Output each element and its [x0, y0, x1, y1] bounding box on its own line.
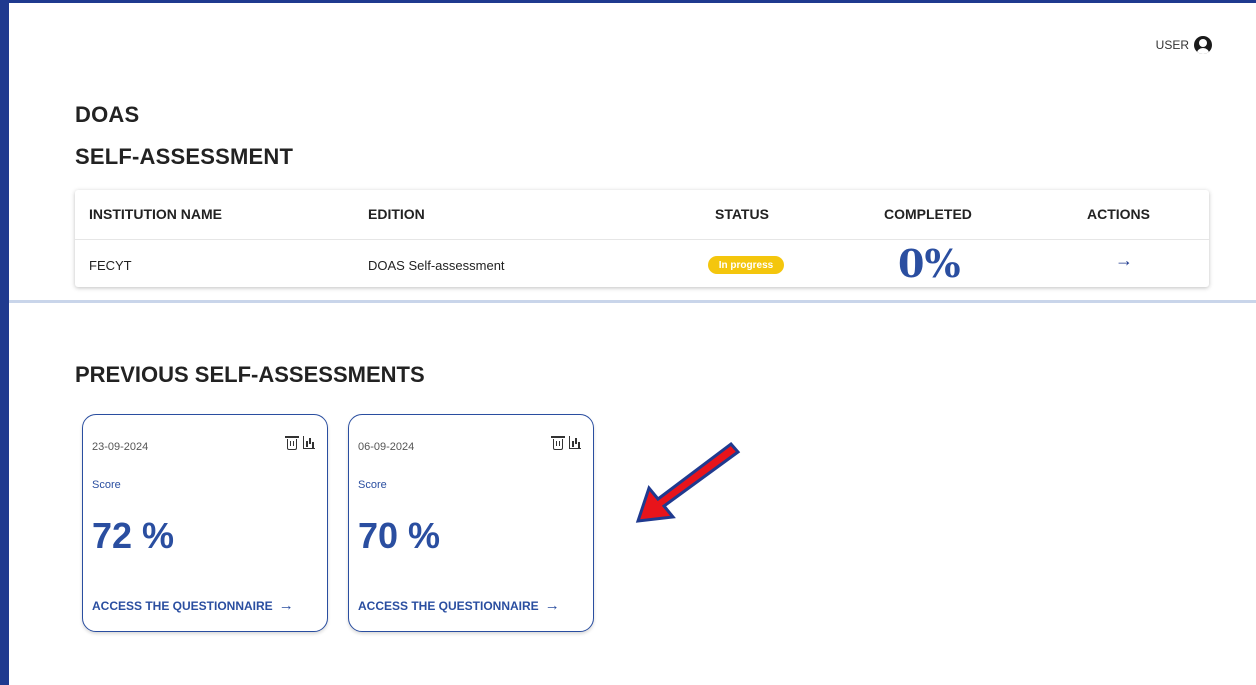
header-divider — [75, 239, 1209, 240]
card-date: 23-09-2024 — [92, 441, 149, 453]
current-assessment-table: INSTITUTION NAME EDITION STATUS COMPLETE… — [75, 190, 1209, 287]
access-questionnaire-link[interactable]: ACCESS THE QUESTIONNAIRE → — [92, 597, 294, 614]
trash-icon[interactable] — [285, 436, 299, 450]
user-menu[interactable]: USER — [1156, 36, 1212, 54]
status-badge: In progress — [708, 256, 784, 274]
page-title: DOAS — [75, 102, 140, 127]
access-link-label: ACCESS THE QUESTIONNAIRE — [358, 598, 539, 613]
score-value: 72 % — [92, 515, 175, 556]
annotation-arrow-icon — [635, 441, 741, 523]
bar-chart-icon[interactable] — [303, 436, 315, 449]
trash-icon[interactable] — [551, 436, 565, 450]
card-date: 06-09-2024 — [358, 441, 415, 453]
previous-assessment-card: 23-09-2024 Score 72 % ACCESS THE QUESTIO… — [82, 414, 328, 632]
access-link-label: ACCESS THE QUESTIONNAIRE — [92, 598, 273, 613]
column-header-institution: INSTITUTION NAME — [89, 206, 222, 222]
section-divider — [9, 300, 1256, 303]
edition-cell: DOAS Self-assessment — [368, 258, 505, 273]
score-label: Score — [358, 479, 387, 491]
arrow-right-icon[interactable]: → — [1115, 250, 1133, 271]
score-label: Score — [92, 479, 121, 491]
completed-percentage: 0% — [898, 241, 961, 286]
arrow-right-icon: → — [278, 597, 294, 614]
page-subtitle: SELF-ASSESSMENT — [75, 144, 294, 169]
column-header-status: STATUS — [715, 206, 769, 222]
access-questionnaire-link[interactable]: ACCESS THE QUESTIONNAIRE → — [358, 597, 560, 614]
previous-section-title: PREVIOUS SELF-ASSESSMENTS — [75, 362, 425, 387]
column-header-edition: EDITION — [368, 206, 425, 222]
previous-assessment-card: 06-09-2024 Score 70 % ACCESS THE QUESTIO… — [348, 414, 594, 632]
bar-chart-icon[interactable] — [569, 436, 581, 449]
institution-cell: FECYT — [89, 258, 132, 273]
user-account-icon — [1194, 36, 1212, 54]
score-value: 70 % — [358, 515, 441, 556]
user-label: USER — [1155, 38, 1189, 52]
column-header-actions: ACTIONS — [1087, 206, 1150, 222]
arrow-right-icon: → — [544, 597, 560, 614]
column-header-completed: COMPLETED — [884, 206, 972, 222]
